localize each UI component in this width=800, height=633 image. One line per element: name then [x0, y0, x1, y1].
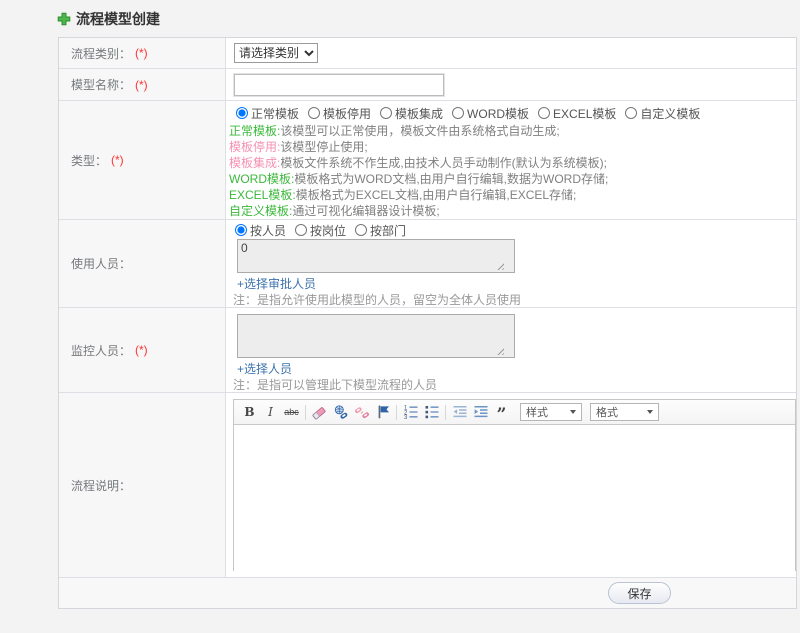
chevron-down-icon: [647, 410, 653, 414]
row-users: 使用人员： 按人员 按岗位 按部门 0 +选择审批人员 注：是指允许使用此模型的…: [59, 220, 796, 308]
type-label: 类型： (*): [59, 101, 226, 219]
category-label: 流程类别： (*): [59, 38, 226, 68]
type-desc-word: WORD模板:模板格式为WORD文档,由用户自行编辑,数据为WORD存储;: [229, 172, 609, 186]
radio-custom-template[interactable]: [625, 107, 638, 119]
unlink-button[interactable]: [351, 403, 372, 422]
outdent-button[interactable]: [449, 403, 470, 422]
italic-icon: I: [268, 405, 273, 419]
italic-button[interactable]: I: [260, 403, 281, 422]
category-select[interactable]: 请选择类别: [234, 43, 318, 63]
add-plus-icon: [57, 12, 71, 26]
users-textarea[interactable]: 0: [237, 239, 515, 273]
bullet-list-icon: [425, 406, 438, 419]
select-approvers-link[interactable]: +选择审批人员: [237, 278, 316, 291]
indent-icon: [474, 406, 487, 418]
users-option-by-position[interactable]: 按岗位: [295, 222, 346, 239]
row-save: 保存: [59, 578, 796, 608]
type-option-disabled[interactable]: 模板停用: [308, 105, 371, 122]
type-option-custom[interactable]: 自定义模板: [625, 105, 700, 122]
remove-format-button[interactable]: [309, 403, 330, 422]
editor-toolbar: B I abc 1 2 3 ” 样式 格式: [234, 400, 795, 425]
type-option-word[interactable]: WORD模板: [452, 105, 529, 122]
required-mark: (*): [135, 77, 148, 92]
model-name-label: 模型名称： (*): [59, 69, 226, 100]
page-header: 流程模型创建: [57, 9, 160, 29]
radio-by-department[interactable]: [355, 224, 368, 236]
row-category: 流程类别： (*) 请选择类别: [59, 38, 796, 69]
users-option-by-department[interactable]: 按部门: [355, 222, 406, 239]
radio-by-position[interactable]: [295, 224, 308, 236]
row-monitor: 监控人员： (*) +选择人员 注：是指可以管理此下模型流程的人员: [59, 308, 796, 393]
blockquote-button[interactable]: ”: [491, 403, 512, 425]
monitor-label: 监控人员： (*): [59, 308, 226, 392]
radio-word-template[interactable]: [452, 107, 465, 119]
eraser-icon: [312, 407, 326, 420]
type-option-normal[interactable]: 正常模板: [236, 105, 299, 122]
link-button[interactable]: [330, 403, 351, 422]
radio-by-person[interactable]: [235, 224, 247, 236]
row-type: 类型： (*) 正常模板 模板停用 模板集成 WORD模板 EXCEL模板 自定…: [59, 101, 796, 220]
select-people-link[interactable]: +选择人员: [237, 363, 292, 376]
toolbar-separator: [396, 404, 397, 420]
description-label: 流程说明：: [59, 393, 226, 577]
model-name-input[interactable]: [233, 73, 445, 97]
type-option-excel[interactable]: EXCEL模板: [538, 105, 616, 122]
users-note: 注：是指允许使用此模型的人员，留空为全体人员使用: [233, 293, 522, 307]
indent-button[interactable]: [470, 403, 491, 422]
type-desc-normal: 正常模板:该模型可以正常使用，模板文件由系统格式自动生成;: [229, 124, 560, 138]
users-label: 使用人员：: [59, 220, 226, 307]
row-model-name: 模型名称： (*): [59, 69, 796, 101]
users-option-by-person[interactable]: 按人员: [235, 222, 286, 239]
styles-dropdown[interactable]: 样式: [520, 403, 582, 421]
required-mark: (*): [135, 46, 148, 60]
link-icon: [334, 405, 347, 419]
required-mark: (*): [111, 153, 124, 167]
toolbar-separator: [305, 404, 306, 420]
richtext-editor: B I abc 1 2 3 ” 样式 格式: [233, 399, 796, 571]
workflow-model-form: 流程类别： (*) 请选择类别 模型名称： (*) 类型： (*) 正常模板 模…: [58, 37, 797, 609]
flag-icon: [378, 405, 389, 419]
radio-integrated-template[interactable]: [380, 107, 393, 119]
page-title: 流程模型创建: [76, 11, 160, 27]
users-radio-group: 按人员 按岗位 按部门: [235, 222, 796, 239]
unlink-icon: [354, 407, 369, 419]
anchor-flag-button[interactable]: [372, 403, 393, 422]
toolbar-separator: [445, 404, 446, 420]
svg-text:3: 3: [404, 415, 408, 420]
required-mark: (*): [135, 343, 148, 357]
row-description: 流程说明： B I abc 1 2 3 ” 样式 格式: [59, 393, 796, 578]
bold-button[interactable]: B: [239, 403, 260, 422]
bullet-list-button[interactable]: [421, 403, 442, 422]
editor-content-area[interactable]: [234, 425, 795, 571]
radio-excel-template[interactable]: [538, 107, 551, 119]
type-desc-integrated: 模板集成:模板文件系统不作生成,由技术人员手动制作(默认为系统模板);: [229, 156, 608, 170]
format-dropdown[interactable]: 格式: [590, 403, 659, 421]
numbered-list-button[interactable]: 123: [400, 403, 421, 422]
type-desc-custom: 自定义模板:通过可视化编辑器设计模板;: [229, 204, 440, 218]
monitor-note: 注：是指可以管理此下模型流程的人员: [233, 378, 438, 392]
type-radio-group: 正常模板 模板停用 模板集成 WORD模板 EXCEL模板 自定义模板: [236, 105, 796, 122]
numbered-list-icon: 123: [404, 406, 417, 420]
strikethrough-button[interactable]: abc: [281, 403, 302, 422]
type-desc-excel: EXCEL模板:模板格式为EXCEL文档,由用户自行编辑,EXCEL存储;: [229, 188, 577, 202]
bold-icon: B: [244, 405, 255, 419]
radio-normal-template[interactable]: [236, 107, 248, 119]
monitor-textarea[interactable]: [237, 314, 515, 358]
outdent-icon: [453, 406, 466, 418]
strikethrough-icon: abc: [284, 407, 299, 417]
type-desc-disabled: 模板停用:该模型停止使用;: [229, 140, 368, 154]
radio-disabled-template[interactable]: [308, 107, 321, 119]
save-button[interactable]: 保存: [608, 582, 671, 604]
chevron-down-icon: [570, 410, 576, 414]
type-option-integrated[interactable]: 模板集成: [380, 105, 443, 122]
quote-icon: ”: [496, 405, 507, 425]
